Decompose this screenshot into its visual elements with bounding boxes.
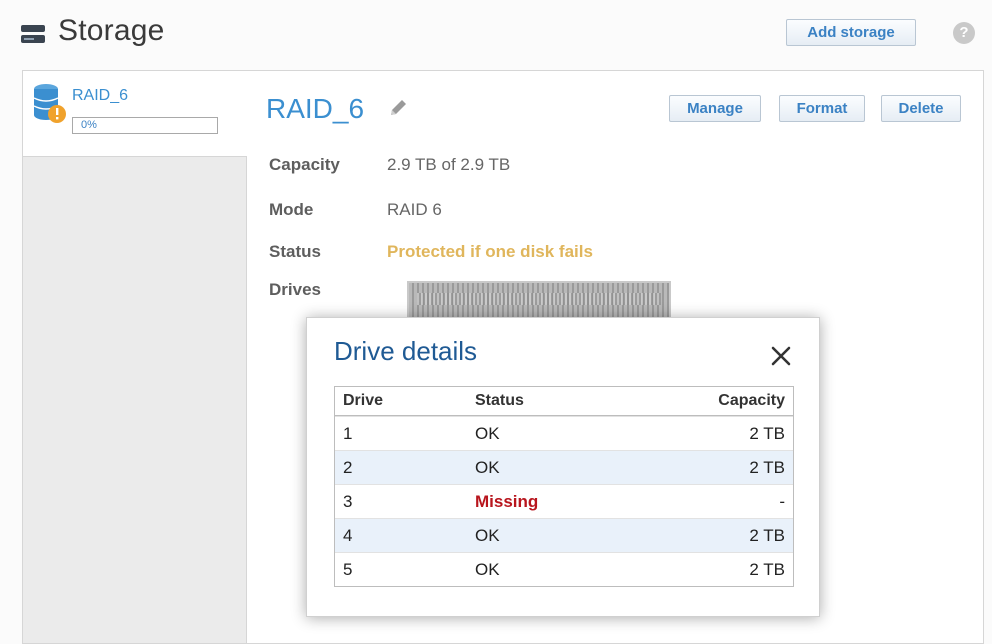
drive-status: OK bbox=[475, 458, 500, 477]
drive-status: OK bbox=[475, 526, 500, 545]
drive-status: OK bbox=[475, 560, 500, 579]
mode-value: RAID 6 bbox=[387, 200, 442, 219]
help-icon[interactable]: ? bbox=[953, 22, 975, 44]
volume-usage-bar: 0% bbox=[72, 117, 218, 134]
drive-number: 5 bbox=[343, 560, 353, 579]
volume-name: RAID_6 bbox=[72, 87, 129, 104]
volume-usage-label: 0% bbox=[81, 119, 97, 131]
format-button[interactable]: Format bbox=[779, 95, 865, 122]
table-row[interactable]: 3 Missing - bbox=[335, 484, 793, 518]
drives-label: Drives bbox=[269, 280, 321, 299]
drive-number: 4 bbox=[343, 526, 353, 545]
drive-number: 2 bbox=[343, 458, 353, 477]
database-warning-icon bbox=[33, 84, 66, 123]
close-icon[interactable] bbox=[769, 344, 793, 368]
drive-status: Missing bbox=[475, 492, 539, 511]
drive-stack-icon bbox=[21, 25, 45, 43]
delete-button[interactable]: Delete bbox=[881, 95, 961, 122]
drive-number: 3 bbox=[343, 492, 353, 511]
column-header-status: Status bbox=[475, 392, 524, 409]
manage-button[interactable]: Manage bbox=[669, 95, 761, 122]
drive-capacity: 2 TB bbox=[749, 526, 785, 545]
column-header-capacity: Capacity bbox=[718, 392, 785, 409]
column-header-drive: Drive bbox=[343, 392, 384, 409]
dialog-title: Drive details bbox=[334, 336, 478, 366]
pencil-icon[interactable] bbox=[387, 97, 409, 119]
table-row[interactable]: 4 OK 2 TB bbox=[335, 518, 793, 552]
status-label: Status bbox=[269, 242, 321, 261]
page-title: Storage bbox=[58, 14, 165, 47]
table-row[interactable]: 2 OK 2 TB bbox=[335, 450, 793, 484]
volume-title: RAID_6 bbox=[266, 93, 365, 124]
volume-sidebar: RAID_6 0% bbox=[23, 71, 247, 643]
drive-capacity: 2 TB bbox=[749, 424, 785, 443]
add-storage-button[interactable]: Add storage bbox=[786, 19, 916, 46]
drive-table: Drive Status Capacity 1 OK 2 TB 2 OK 2 T… bbox=[334, 386, 794, 587]
drive-details-dialog: Drive details Drive Status Capacity 1 OK… bbox=[306, 317, 820, 617]
table-row[interactable]: 5 OK 2 TB bbox=[335, 552, 793, 586]
drive-capacity: 2 TB bbox=[749, 560, 785, 579]
table-row[interactable]: 1 OK 2 TB bbox=[335, 416, 793, 450]
sidebar-item-raid6[interactable]: RAID_6 0% bbox=[23, 71, 247, 157]
capacity-label: Capacity bbox=[269, 155, 340, 174]
drive-capacity: - bbox=[779, 492, 785, 511]
status-value: Protected if one disk fails bbox=[387, 242, 593, 261]
drive-number: 1 bbox=[343, 424, 353, 443]
table-header: Drive Status Capacity bbox=[335, 387, 793, 416]
drive-capacity: 2 TB bbox=[749, 458, 785, 477]
drive-status: OK bbox=[475, 424, 500, 443]
capacity-value: 2.9 TB of 2.9 TB bbox=[387, 155, 511, 174]
mode-label: Mode bbox=[269, 200, 314, 219]
